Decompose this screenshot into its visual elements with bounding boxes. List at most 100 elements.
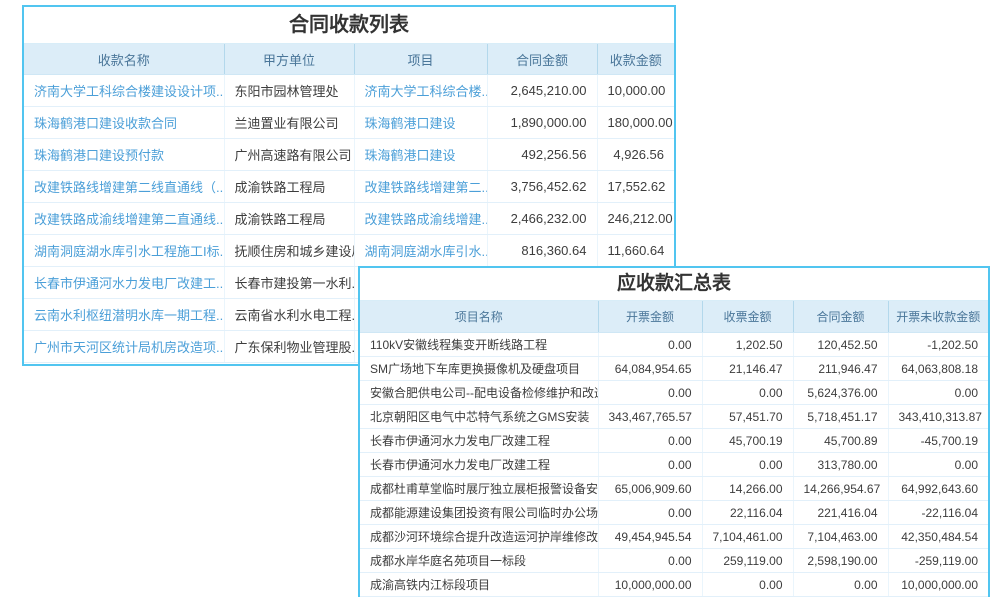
contract-table-header-row: 收款名称 甲方单位 项目 合同金额 收款金额	[24, 44, 674, 75]
invoiced-unpaid-amount-cell: 343,410,313.87	[888, 405, 988, 429]
payment-name-cell: 长春市伊通河水力发电厂改建工...	[24, 267, 224, 299]
receivable-table-header-row: 项目名称 开票金额 收票金额 合同金额 开票未收款金额	[360, 301, 988, 333]
project-name-cell: 长春市伊通河水力发电厂改建工程	[360, 453, 598, 477]
column-header-party-unit: 甲方单位	[224, 44, 354, 75]
project-cell: 湖南洞庭湖水库引水...	[354, 235, 487, 267]
contract-amount-cell: 7,104,463.00	[793, 525, 888, 549]
receipt-amount-cell: 0.00	[702, 453, 793, 477]
column-header-contract-amount: 合同金额	[793, 301, 888, 333]
payment-name-cell-link[interactable]: 长春市伊通河水力发电厂改建工...	[34, 276, 224, 291]
receipt-amount-cell: 0.00	[702, 573, 793, 597]
payment-name-cell-link[interactable]: 济南大学工科综合楼建设设计项...	[34, 84, 224, 99]
table-row: 珠海鹤港口建设收款合同兰迪置业有限公司珠海鹤港口建设1,890,000.0018…	[24, 107, 674, 139]
table-row: 110kV安徽线程集变开断线路工程0.001,202.50120,452.50-…	[360, 333, 988, 357]
project-cell-link[interactable]: 济南大学工科综合楼...	[365, 84, 488, 99]
invoiced-amount-cell: 10,000,000.00	[598, 573, 702, 597]
table-row: 成都杜甫草堂临时展厅独立展柜报警设备安装...65,006,909.6014,2…	[360, 477, 988, 501]
receipt-amount-cell: 259,119.00	[702, 549, 793, 573]
project-cell-link[interactable]: 珠海鹤港口建设	[365, 116, 456, 131]
invoiced-unpaid-amount-cell: 10,000,000.00	[888, 573, 988, 597]
contract-amount-cell: 2,645,210.00	[487, 75, 597, 107]
payment-name-cell: 湖南洞庭湖水库引水工程施工I标...	[24, 235, 224, 267]
receipt-amount-cell: 45,700.19	[702, 429, 793, 453]
payment-name-cell-link[interactable]: 云南水利枢纽潜明水库一期工程...	[34, 308, 224, 323]
table-row: 长春市伊通河水力发电厂改建工程0.0045,700.1945,700.89-45…	[360, 429, 988, 453]
party-unit-cell: 广州高速路有限公司	[224, 139, 354, 171]
contract-amount-cell: 5,718,451.17	[793, 405, 888, 429]
invoiced-amount-cell: 0.00	[598, 453, 702, 477]
table-row: 湖南洞庭湖水库引水工程施工I标...抚顺住房和城乡建设局湖南洞庭湖水库引水...…	[24, 235, 674, 267]
payment-name-cell-link[interactable]: 珠海鹤港口建设预付款	[34, 148, 164, 163]
invoiced-unpaid-amount-cell: 42,350,484.54	[888, 525, 988, 549]
project-cell-link[interactable]: 改建铁路线增建第二...	[365, 180, 488, 195]
invoiced-unpaid-amount-cell: -22,116.04	[888, 501, 988, 525]
project-name-cell: 110kV安徽线程集变开断线路工程	[360, 333, 598, 357]
contract-amount-cell: 5,624,376.00	[793, 381, 888, 405]
payment-name-cell: 珠海鹤港口建设收款合同	[24, 107, 224, 139]
project-cell-link[interactable]: 湖南洞庭湖水库引水...	[365, 244, 488, 259]
table-row: 改建铁路成渝线增建第二直通线...成渝铁路工程局改建铁路成渝线增建...2,46…	[24, 203, 674, 235]
invoiced-amount-cell: 0.00	[598, 549, 702, 573]
receipt-amount-cell: 1,202.50	[702, 333, 793, 357]
invoiced-unpaid-amount-cell: -1,202.50	[888, 333, 988, 357]
payment-name-cell-link[interactable]: 珠海鹤港口建设收款合同	[34, 116, 177, 131]
project-cell-link[interactable]: 改建铁路成渝线增建...	[365, 212, 488, 227]
project-cell: 珠海鹤港口建设	[354, 139, 487, 171]
invoiced-unpaid-amount-cell: 0.00	[888, 381, 988, 405]
payment-name-cell-link[interactable]: 改建铁路线增建第二线直通线（...	[34, 180, 224, 195]
received-amount-cell: 246,212.00	[597, 203, 674, 235]
party-unit-cell: 抚顺住房和城乡建设局	[224, 235, 354, 267]
column-header-received-amount: 收款金额	[597, 44, 674, 75]
receipt-amount-cell: 7,104,461.00	[702, 525, 793, 549]
contract-amount-cell: 313,780.00	[793, 453, 888, 477]
table-row: SM广场地下车库更换摄像机及硬盘项目64,084,954.6521,146.47…	[360, 357, 988, 381]
received-amount-cell: 10,000.00	[597, 75, 674, 107]
payment-name-cell-link[interactable]: 广州市天河区统计局机房改造项...	[34, 340, 224, 355]
table-row: 珠海鹤港口建设预付款 广州高速路有限公司珠海鹤港口建设 492,256.564,92…	[24, 139, 674, 171]
payment-name-cell-link[interactable]: 改建铁路成渝线增建第二直通线...	[34, 212, 224, 227]
column-header-receipt-amount: 收票金额	[702, 301, 793, 333]
receipt-amount-cell: 21,146.47	[702, 357, 793, 381]
payment-name-cell: 云南水利枢纽潜明水库一期工程...	[24, 299, 224, 331]
party-unit-cell: 成渝铁路工程局	[224, 203, 354, 235]
table-row: 北京朝阳区电气中芯特气系统之GMS安装343,467,765.5757,451.…	[360, 405, 988, 429]
project-name-cell: 长春市伊通河水力发电厂改建工程	[360, 429, 598, 453]
payment-name-cell: 改建铁路成渝线增建第二直通线...	[24, 203, 224, 235]
contract-amount-cell: 0.00	[793, 573, 888, 597]
contract-amount-cell: 3,756,452.62	[487, 171, 597, 203]
receipt-amount-cell: 14,266.00	[702, 477, 793, 501]
contract-amount-cell: 221,416.04	[793, 501, 888, 525]
received-amount-cell: 180,000.00	[597, 107, 674, 139]
invoiced-unpaid-amount-cell: 64,063,808.18	[888, 357, 988, 381]
invoiced-amount-cell: 0.00	[598, 429, 702, 453]
invoiced-amount-cell: 0.00	[598, 333, 702, 357]
invoiced-amount-cell: 65,006,909.60	[598, 477, 702, 501]
column-header-project-name: 项目名称	[360, 301, 598, 333]
project-name-cell: 成都水岸华庭名苑项目一标段	[360, 549, 598, 573]
invoiced-amount-cell: 0.00	[598, 381, 702, 405]
payment-name-cell: 济南大学工科综合楼建设设计项...	[24, 75, 224, 107]
party-unit-cell: 长春市建投第一水利...	[224, 267, 354, 299]
invoiced-unpaid-amount-cell: 0.00	[888, 453, 988, 477]
receipt-amount-cell: 57,451.70	[702, 405, 793, 429]
table-row: 安徽合肥供电公司--配电设备检修维护和改造0.000.005,624,376.0…	[360, 381, 988, 405]
payment-name-cell-link[interactable]: 湖南洞庭湖水库引水工程施工I标...	[34, 244, 224, 259]
receivable-table-body: 110kV安徽线程集变开断线路工程0.001,202.50120,452.50-…	[360, 333, 988, 597]
project-cell: 改建铁路成渝线增建...	[354, 203, 487, 235]
project-name-cell: 北京朝阳区电气中芯特气系统之GMS安装	[360, 405, 598, 429]
invoiced-amount-cell: 0.00	[598, 501, 702, 525]
contract-amount-cell: 492,256.56	[487, 139, 597, 171]
received-amount-cell: 17,552.62	[597, 171, 674, 203]
contract-amount-cell: 14,266,954.67	[793, 477, 888, 501]
receipt-amount-cell: 0.00	[702, 381, 793, 405]
contract-amount-cell: 120,452.50	[793, 333, 888, 357]
column-header-payment-name: 收款名称	[24, 44, 224, 75]
project-name-cell: 成都杜甫草堂临时展厅独立展柜报警设备安装...	[360, 477, 598, 501]
contract-amount-cell: 2,466,232.00	[487, 203, 597, 235]
project-cell: 改建铁路线增建第二...	[354, 171, 487, 203]
project-cell-link[interactable]: 珠海鹤港口建设	[365, 148, 456, 163]
receipt-amount-cell: 22,116.04	[702, 501, 793, 525]
project-name-cell: 成都沙河环境综合提升改造运河护岸维修改造	[360, 525, 598, 549]
project-cell: 珠海鹤港口建设	[354, 107, 487, 139]
received-amount-cell: 4,926.56	[597, 139, 674, 171]
